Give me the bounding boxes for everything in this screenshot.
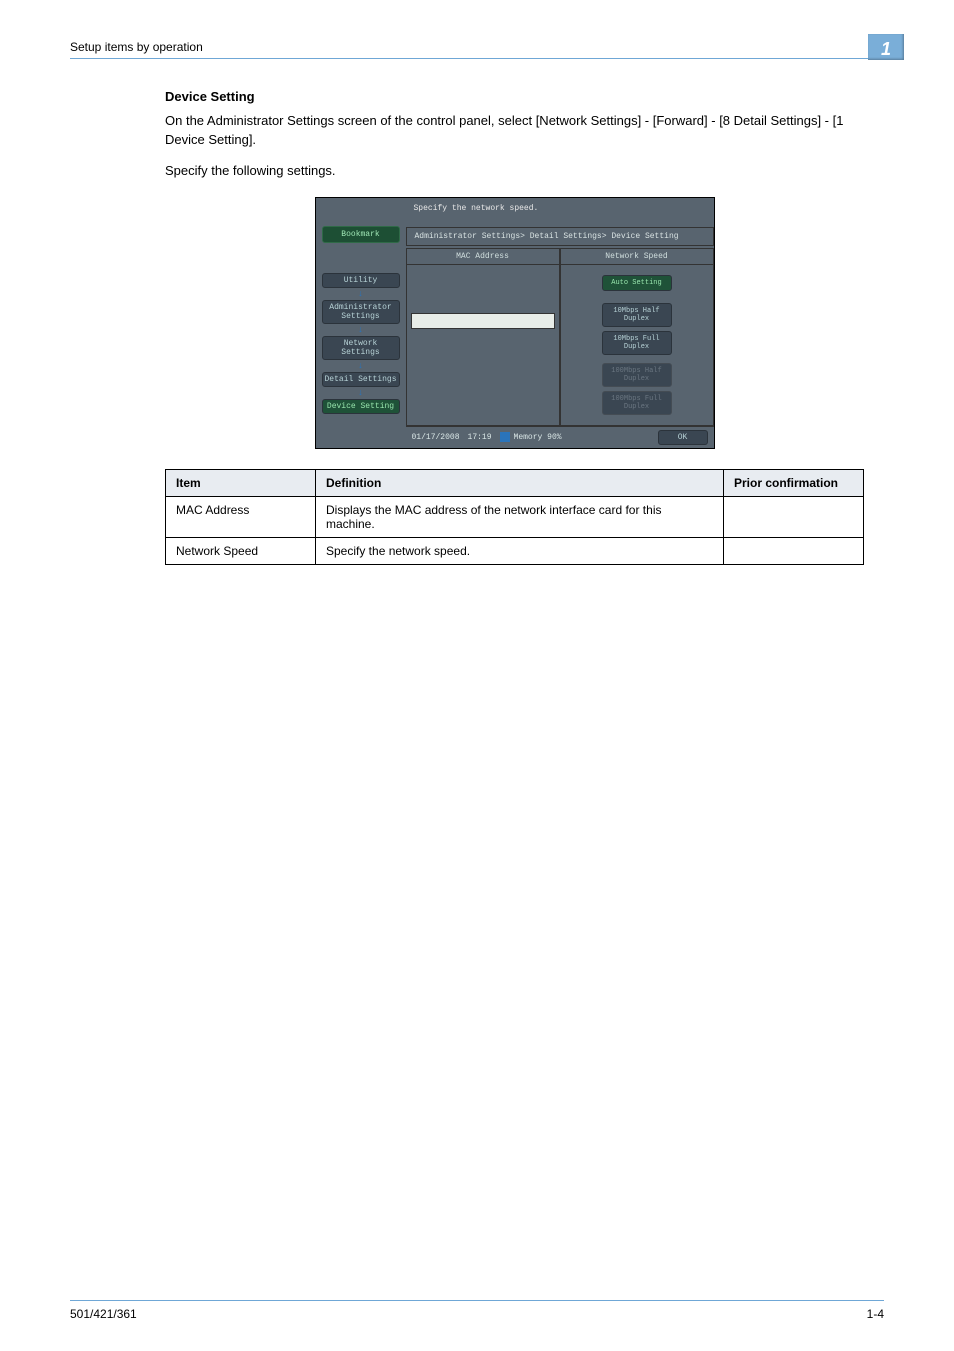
col-mac-address-header: MAC Address <box>407 249 559 265</box>
section-title: Device Setting <box>165 89 864 104</box>
speed-100-half-button[interactable]: 100Mbps Half Duplex <box>602 363 672 387</box>
td-definition: Displays the MAC address of the network … <box>316 496 724 537</box>
th-prior: Prior confirmation <box>724 469 864 496</box>
footer-page-number: 1-4 <box>867 1307 884 1321</box>
panel-breadcrumb: Administrator Settings> Detail Settings>… <box>406 227 714 246</box>
control-panel: Bookmark Utility ↓ Administrator Setting… <box>315 197 715 449</box>
footer-memory-label: Memory <box>514 433 543 442</box>
memory-icon <box>500 432 510 442</box>
nav-network-settings[interactable]: Network Settings <box>322 336 400 360</box>
page-header: Setup items by operation 1 <box>70 40 884 59</box>
nav-device-setting[interactable]: Device Setting <box>322 399 400 414</box>
td-definition: Specify the network speed. <box>316 537 724 564</box>
footer-time: 17:19 <box>468 433 492 442</box>
nav-admin-settings[interactable]: Administrator Settings <box>322 300 400 324</box>
arrow-down-icon: ↓ <box>316 327 406 333</box>
table-row: MAC Address Displays the MAC address of … <box>166 496 864 537</box>
footer-memory-value: 90% <box>547 433 561 442</box>
footer-rule <box>70 1300 884 1301</box>
panel-instruction: Specify the network speed. <box>406 198 714 225</box>
col-network-speed-header: Network Speed <box>561 249 713 265</box>
speed-10-half-button[interactable]: 10Mbps Half Duplex <box>602 303 672 327</box>
para-instruction: Specify the following settings. <box>165 162 864 181</box>
mac-address-display <box>411 313 555 329</box>
breadcrumb: Setup items by operation <box>70 40 884 54</box>
nav-utility[interactable]: Utility <box>322 273 400 288</box>
page-footer: 501/421/361 1-4 <box>70 1300 884 1321</box>
footer-date: 01/17/2008 <box>412 433 460 442</box>
th-item: Item <box>166 469 316 496</box>
arrow-down-icon: ↓ <box>316 291 406 297</box>
chapter-badge: 1 <box>868 34 904 60</box>
th-definition: Definition <box>316 469 724 496</box>
bookmark-button[interactable]: Bookmark <box>322 226 400 243</box>
speed-auto-button[interactable]: Auto Setting <box>602 275 672 291</box>
td-item: MAC Address <box>166 496 316 537</box>
ok-button[interactable]: OK <box>658 430 708 445</box>
td-item: Network Speed <box>166 537 316 564</box>
td-prior <box>724 496 864 537</box>
para-navigation: On the Administrator Settings screen of … <box>165 112 864 150</box>
td-prior <box>724 537 864 564</box>
arrow-down-icon: ↓ <box>316 390 406 396</box>
arrow-down-icon: ↓ <box>316 363 406 369</box>
table-row: Network Speed Specify the network speed. <box>166 537 864 564</box>
spec-table: Item Definition Prior confirmation MAC A… <box>165 469 864 565</box>
header-rule <box>70 58 884 59</box>
speed-100-full-button[interactable]: 100Mbps Full Duplex <box>602 391 672 415</box>
speed-10-full-button[interactable]: 10Mbps Full Duplex <box>602 331 672 355</box>
nav-detail-settings[interactable]: Detail Settings <box>322 372 400 387</box>
footer-model: 501/421/361 <box>70 1307 137 1321</box>
